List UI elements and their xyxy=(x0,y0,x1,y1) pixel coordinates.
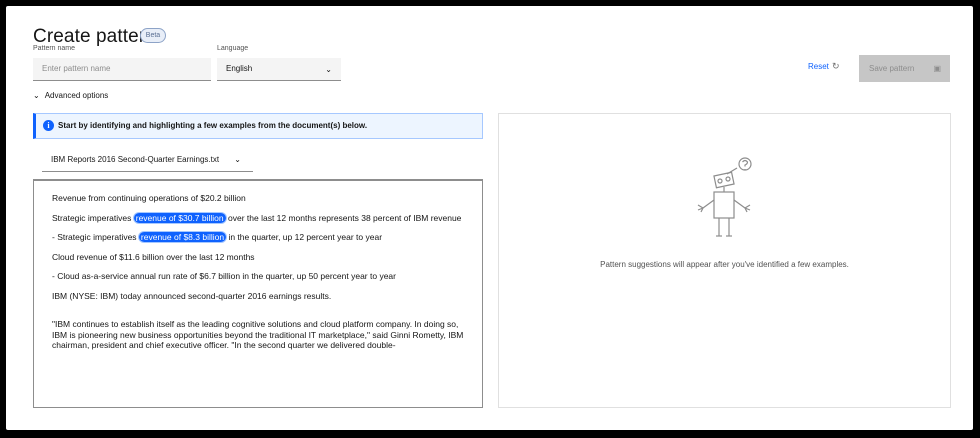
save-icon: ▣ xyxy=(933,64,941,73)
chevron-down-icon: ⌄ xyxy=(234,155,241,164)
advanced-options-toggle[interactable]: ⌄ Advanced options xyxy=(33,91,108,100)
document-select[interactable]: IBM Reports 2016 Second-Quarter Earnings… xyxy=(42,147,253,172)
app-frame: Create pattern Beta Pattern name Enter p… xyxy=(6,6,973,430)
document-paragraph: "IBM continues to establish itself as th… xyxy=(52,319,464,350)
info-notification: i Start by identifying and highlighting … xyxy=(33,113,483,139)
reset-icon[interactable]: ↻ xyxy=(832,61,840,72)
document-select-value: IBM Reports 2016 Second-Quarter Earnings… xyxy=(51,155,220,164)
document-paragraph: - Strategic imperatives revenue of $8.3 … xyxy=(52,232,383,242)
suggestions-placeholder: Pattern suggestions will appear after yo… xyxy=(600,260,849,269)
pattern-name-input[interactable]: Enter pattern name xyxy=(33,58,211,81)
robot-illustration xyxy=(697,157,752,237)
document-paragraph: Strategic imperatives revenue of $30.7 b… xyxy=(52,212,462,223)
highlighted-example[interactable]: revenue of $8.3 billion xyxy=(138,232,227,242)
info-icon: i xyxy=(43,120,54,131)
language-value: English xyxy=(226,64,253,73)
document-paragraph: - Cloud as-a-service annual run rate of … xyxy=(52,271,396,281)
document-text-area[interactable]: Revenue from continuing operations of $2… xyxy=(33,179,483,408)
reset-link[interactable]: Reset xyxy=(808,62,829,71)
language-label: Language xyxy=(217,45,249,52)
document-paragraph: Cloud revenue of $11.6 billion over the … xyxy=(52,251,255,262)
document-pane: i Start by identifying and highlighting … xyxy=(33,113,483,408)
chevron-down-icon: ⌄ xyxy=(33,91,40,100)
chevron-down-icon: ⌄ xyxy=(325,65,332,74)
document-paragraph: IBM (NYSE: IBM) today announced second-q… xyxy=(52,290,332,301)
language-select[interactable]: English ⌄ xyxy=(217,58,341,81)
save-pattern-button[interactable]: Save pattern ▣ xyxy=(859,55,950,82)
advanced-options-label: Advanced options xyxy=(44,91,109,100)
suggestions-pane: Pattern suggestions will appear after yo… xyxy=(498,113,951,408)
notification-text: Start by identifying and highlighting a … xyxy=(58,121,368,130)
pattern-name-label: Pattern name xyxy=(33,45,76,52)
highlighted-example[interactable]: revenue of $30.7 billion xyxy=(133,212,226,223)
document-paragraph: Revenue from continuing operations of $2… xyxy=(52,193,246,203)
save-pattern-label: Save pattern xyxy=(869,64,915,73)
beta-badge: Beta xyxy=(140,28,166,43)
